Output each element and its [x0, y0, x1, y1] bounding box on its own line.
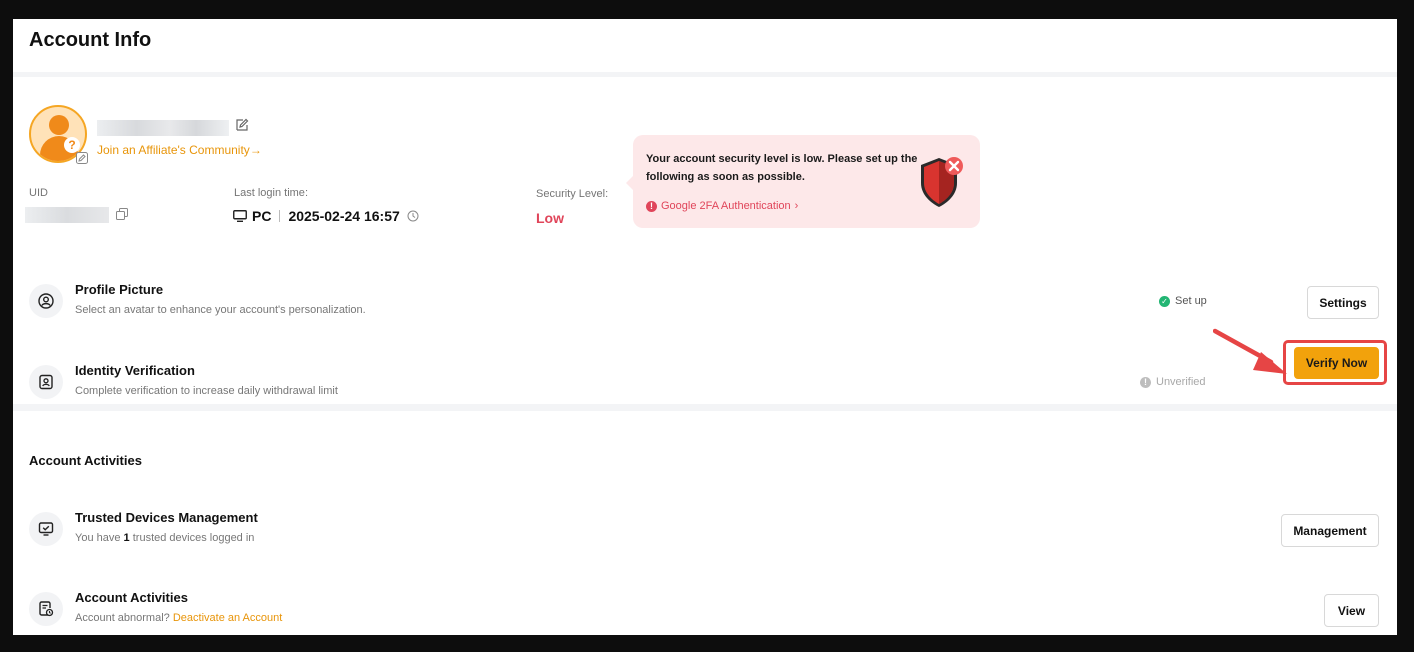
status-badge: ! Unverified — [1140, 376, 1206, 388]
row-description: Select an avatar to enhance your account… — [75, 304, 366, 316]
security-level-label-text: Security Level — [536, 188, 606, 200]
identity-verification-row: Identity Verification Complete verificat… — [13, 355, 1397, 415]
monitor-check-icon — [29, 512, 63, 546]
page-title: Account Info — [29, 29, 152, 51]
row-title: Account Activities — [75, 590, 188, 605]
check-circle-icon: ✓ — [1159, 295, 1170, 307]
annotation-arrow-icon — [1213, 328, 1287, 374]
trusted-device-count: 1 — [123, 532, 130, 544]
avatar-edit-icon[interactable] — [76, 152, 88, 164]
security-alert-message: Your account security level is low. Plea… — [646, 153, 918, 183]
highlight-box — [1283, 340, 1387, 385]
security-alert-popover: Your account security level is low. Plea… — [626, 135, 980, 228]
id-badge-icon — [29, 365, 63, 399]
uid-redacted — [25, 207, 109, 223]
google-2fa-link[interactable]: ! Google 2FA Authentication › — [646, 200, 798, 212]
arrow-right-icon: → — [249, 143, 262, 157]
affiliate-link-text: Join an Affiliate's Community — [97, 143, 250, 157]
deactivate-account-link[interactable]: Deactivate an Account — [173, 612, 282, 624]
status-text: Set up — [1175, 295, 1207, 307]
last-login-device: PC — [252, 208, 272, 224]
document-clock-icon — [29, 592, 63, 626]
row-title: Trusted Devices Management — [75, 510, 258, 525]
divider — [279, 210, 281, 222]
row-title: Profile Picture — [75, 282, 164, 297]
page-header: Account Info — [13, 19, 1397, 72]
question-mark-icon: ? — [64, 137, 80, 153]
desc-prefix: Account abnormal? — [75, 612, 170, 624]
google-2fa-link-text: Google 2FA Authentication — [661, 200, 791, 212]
avatar-head — [49, 115, 69, 135]
chevron-right-icon: › — [794, 200, 799, 212]
desc-prefix: You have — [75, 532, 121, 544]
view-button[interactable]: View — [1324, 594, 1379, 627]
desc-suffix: trusted devices logged in — [132, 532, 255, 544]
affiliate-community-link[interactable]: Join an Affiliate's Community→ — [97, 143, 262, 157]
management-button[interactable]: Management — [1281, 514, 1379, 547]
shield-x-icon — [921, 157, 963, 207]
user-circle-icon — [29, 284, 63, 318]
username-redacted — [97, 120, 229, 136]
last-login-label-text: Last login time — [234, 187, 305, 199]
trusted-devices-row: Trusted Devices Management You have 1 tr… — [13, 502, 1397, 562]
security-level-value: Low — [536, 210, 564, 226]
row-description: Complete verification to increase daily … — [75, 385, 338, 397]
last-login-time: 2025-02-24 16:57 — [288, 208, 400, 224]
security-level-label: Security Level: — [536, 188, 609, 200]
section-title: Account Activities — [29, 453, 142, 468]
row-description: You have 1 trusted devices logged in — [75, 532, 254, 544]
desktop-icon — [233, 210, 247, 222]
status-text: Unverified — [1156, 376, 1206, 388]
warning-icon: ! — [646, 200, 657, 212]
last-login-label: Last login time: — [234, 187, 308, 199]
account-info-panel: Account Info ? Join an Affiliate's Commu… — [13, 19, 1397, 635]
account-activities-card: Account Activities Trusted Devices Manag… — [13, 411, 1397, 635]
account-activities-row: Account Activities Account abnormal? Dea… — [13, 582, 1397, 635]
settings-button[interactable]: Settings — [1307, 286, 1379, 319]
uid-label: UID — [29, 187, 48, 199]
info-circle-icon: ! — [1140, 376, 1151, 388]
profile-picture-row: Profile Picture Select an avatar to enha… — [13, 274, 1397, 334]
clock-icon[interactable] — [407, 210, 419, 222]
edit-username-icon[interactable] — [235, 118, 249, 132]
last-login-info: PC 2025-02-24 16:57 — [233, 207, 419, 225]
account-overview-card: ? Join an Affiliate's Community→ UID Las… — [13, 77, 1397, 404]
row-title: Identity Verification — [75, 363, 195, 378]
status-badge: ✓ Set up — [1159, 295, 1207, 307]
row-description: Account abnormal? Deactivate an Account — [75, 612, 282, 624]
copy-icon[interactable] — [116, 208, 128, 220]
